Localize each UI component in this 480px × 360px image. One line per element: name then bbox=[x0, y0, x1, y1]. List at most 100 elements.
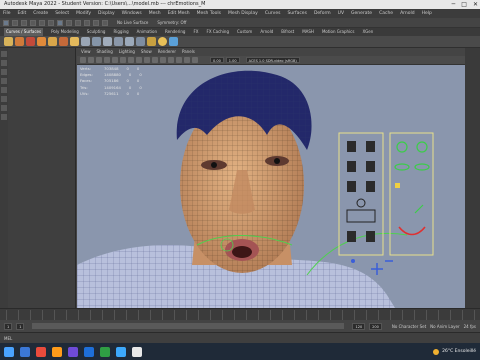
viewport-menu-view[interactable]: View bbox=[81, 48, 91, 56]
planar-icon[interactable] bbox=[114, 37, 123, 46]
bevel-icon[interactable] bbox=[125, 37, 134, 46]
menu-edit[interactable]: Edit bbox=[18, 9, 27, 18]
cylinder-tool-icon[interactable] bbox=[37, 37, 46, 46]
taskbar-app-icon[interactable] bbox=[52, 346, 62, 357]
command-line[interactable]: MEL bbox=[0, 332, 480, 343]
plane-tool-icon[interactable] bbox=[59, 37, 68, 46]
select-component-icon[interactable] bbox=[75, 19, 81, 26]
taskbar-app-icon[interactable] bbox=[132, 346, 142, 357]
isolate-icon[interactable] bbox=[184, 57, 190, 63]
viewport-menu-lighting[interactable]: Lighting bbox=[119, 48, 135, 56]
wireframe-icon[interactable] bbox=[136, 57, 142, 63]
lights-icon[interactable] bbox=[160, 57, 166, 63]
shelf-tab-rendering[interactable]: Rendering bbox=[165, 28, 185, 36]
cone-tool-icon[interactable] bbox=[48, 37, 57, 46]
range-start-field[interactable]: 1 bbox=[4, 322, 13, 330]
loft-icon[interactable] bbox=[103, 37, 112, 46]
taskbar-app-icon[interactable] bbox=[20, 346, 30, 357]
mode-selector[interactable] bbox=[3, 19, 9, 26]
menu-surfaces[interactable]: Surfaces bbox=[287, 9, 307, 18]
maximize-button[interactable]: □ bbox=[461, 0, 467, 9]
layout-single-icon[interactable] bbox=[1, 105, 7, 111]
revolve-icon[interactable] bbox=[92, 37, 101, 46]
shelf-tab-curves-surfaces[interactable]: Curves / Surfaces bbox=[4, 28, 44, 36]
snap-grid-icon[interactable] bbox=[84, 19, 90, 26]
taskbar-app-icon[interactable] bbox=[36, 346, 46, 357]
live-surface-label[interactable]: No Live Surface bbox=[117, 20, 148, 25]
select-hierarchy-icon[interactable] bbox=[57, 19, 63, 26]
shelf-tab-bifrost[interactable]: Bifrost bbox=[281, 28, 294, 36]
xray-icon[interactable] bbox=[192, 57, 198, 63]
rotate-tool-icon[interactable] bbox=[1, 87, 7, 93]
anim-layer-label[interactable]: No Anim Layer bbox=[430, 324, 459, 329]
time-slider[interactable] bbox=[0, 308, 480, 320]
torus-tool-icon[interactable] bbox=[70, 37, 79, 46]
symmetry-label[interactable]: Symmetry: Off bbox=[157, 20, 186, 25]
snap-curve-icon[interactable] bbox=[93, 19, 99, 26]
viewport-menu-shading[interactable]: Shading bbox=[97, 48, 113, 56]
shelf-tab-motion-graphics[interactable]: Motion Graphics bbox=[322, 28, 355, 36]
film-gate-icon[interactable] bbox=[120, 57, 126, 63]
viewport-menu-panels[interactable]: Panels bbox=[182, 48, 195, 56]
shelf-tab-fx-caching[interactable]: FX Caching bbox=[207, 28, 229, 36]
taskbar-app-icon[interactable] bbox=[116, 346, 126, 357]
menu-select[interactable]: Select bbox=[55, 9, 69, 18]
select-object-icon[interactable] bbox=[66, 19, 72, 26]
shelf-tab-sculpting[interactable]: Sculpting bbox=[87, 28, 106, 36]
range-end2-field[interactable]: 200 bbox=[369, 322, 382, 330]
snap-point-icon[interactable] bbox=[102, 19, 108, 26]
shelf-tab-xgen[interactable]: XGen bbox=[362, 28, 373, 36]
ao-icon[interactable] bbox=[176, 57, 182, 63]
viewport-3d[interactable] bbox=[77, 65, 465, 308]
shelf-tab-custom[interactable]: Custom bbox=[237, 28, 252, 36]
extrude-icon[interactable] bbox=[81, 37, 90, 46]
shelf-tab-rigging[interactable]: Rigging bbox=[113, 28, 128, 36]
redo-icon[interactable] bbox=[48, 19, 54, 26]
start-icon[interactable] bbox=[4, 346, 14, 357]
smooth-shade-icon[interactable] bbox=[144, 57, 150, 63]
menu-windows[interactable]: Windows bbox=[122, 9, 142, 18]
taskbar-app-icon[interactable] bbox=[100, 346, 110, 357]
new-scene-icon[interactable] bbox=[12, 19, 18, 26]
curve-tool-icon[interactable] bbox=[4, 37, 13, 46]
menu-mesh[interactable]: Mesh bbox=[149, 9, 161, 18]
attach-icon[interactable] bbox=[136, 37, 145, 46]
menu-create[interactable]: Create bbox=[33, 9, 48, 18]
menu-display[interactable]: Display bbox=[98, 9, 115, 18]
shelf-tab-mash[interactable]: MASH bbox=[302, 28, 314, 36]
figure-icon[interactable] bbox=[169, 37, 178, 46]
menu-mesh-tools[interactable]: Mesh Tools bbox=[197, 9, 221, 18]
bookmark-icon[interactable] bbox=[96, 57, 102, 63]
paint-select-icon[interactable] bbox=[1, 69, 7, 75]
camera-icon[interactable] bbox=[80, 57, 86, 63]
move-tool-icon[interactable] bbox=[1, 78, 7, 84]
viewport-menu-renderer[interactable]: Renderer bbox=[158, 48, 176, 56]
menu-uv[interactable]: UV bbox=[338, 9, 344, 18]
open-scene-icon[interactable] bbox=[21, 19, 27, 26]
exposure-field[interactable]: 0.00 bbox=[210, 57, 224, 63]
range-start2-field[interactable]: 1 bbox=[16, 322, 25, 330]
camera-attr-icon[interactable] bbox=[88, 57, 94, 63]
grid-icon[interactable] bbox=[112, 57, 118, 63]
range-bar[interactable] bbox=[32, 323, 345, 329]
sun-icon[interactable] bbox=[158, 37, 167, 46]
shelf-tab-poly-modeling[interactable]: Poly Modeling bbox=[51, 28, 79, 36]
image-plane-icon[interactable] bbox=[104, 57, 110, 63]
taskbar-app-icon[interactable] bbox=[68, 346, 78, 357]
range-end-field[interactable]: 120 bbox=[352, 322, 366, 330]
textured-icon[interactable] bbox=[152, 57, 158, 63]
smiley-icon[interactable] bbox=[147, 37, 156, 46]
menu-deform[interactable]: Deform bbox=[314, 9, 331, 18]
save-scene-icon[interactable] bbox=[30, 19, 36, 26]
shelf-tab-animation[interactable]: Animation bbox=[137, 28, 157, 36]
menu-cache[interactable]: Cache bbox=[379, 9, 393, 18]
sphere-tool-icon[interactable] bbox=[15, 37, 24, 46]
shadows-icon[interactable] bbox=[168, 57, 174, 63]
cube-tool-icon[interactable] bbox=[26, 37, 35, 46]
character-set-label[interactable]: No Character Set bbox=[392, 324, 426, 329]
menu-arnold[interactable]: Arnold bbox=[400, 9, 415, 18]
menu-curves[interactable]: Curves bbox=[265, 9, 281, 18]
command-language-label[interactable]: MEL bbox=[4, 336, 12, 341]
layout-four-icon[interactable] bbox=[1, 114, 7, 120]
undo-icon[interactable] bbox=[39, 19, 45, 26]
